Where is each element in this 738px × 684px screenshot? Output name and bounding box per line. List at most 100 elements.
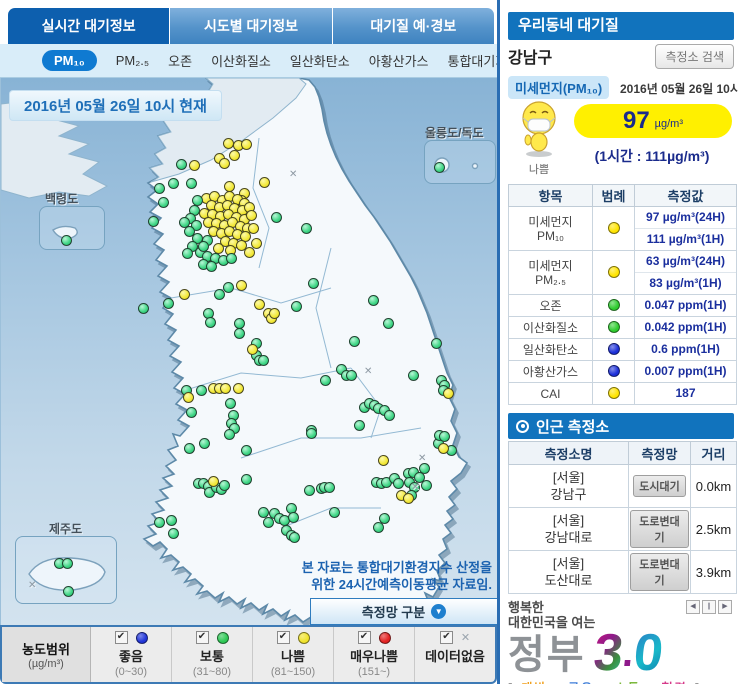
measurement-row[interactable]: 오존 0.047 ppm(1H) [508,294,737,317]
station-dot[interactable] [288,512,299,523]
station-dot[interactable] [225,398,236,409]
banner-pause-button[interactable]: ∥ [702,600,716,614]
station-dot[interactable] [306,428,317,439]
station-dot[interactable] [439,431,450,442]
pollutant-subtab[interactable]: PM₂.₅ [116,53,149,68]
legend-checkbox[interactable]: ✔ [114,631,128,644]
station-dot[interactable] [421,480,432,491]
station-dot[interactable] [443,388,454,399]
station-dot[interactable] [346,370,357,381]
station-dot[interactable] [271,212,282,223]
station-dot[interactable] [289,532,300,543]
banner-prev-button[interactable]: ◀ [686,600,700,614]
station-dot[interactable] [233,383,244,394]
station-dot[interactable] [438,443,449,454]
pollutant-subtab[interactable]: 일산화탄소 [290,51,350,70]
station-dot[interactable] [241,139,252,150]
station-dot[interactable] [291,301,302,312]
station-dot[interactable] [226,253,237,264]
measurement-row[interactable]: 미세먼지 PM₁₀ 97 µg/m³(24H) 111 µg/m³(1H) [508,206,737,251]
station-dot[interactable] [434,162,445,173]
station-dot[interactable] [183,392,194,403]
nearby-station-row[interactable]: [서울] 강남대로 도로변대기 2.5km [508,507,737,551]
station-dot[interactable] [246,210,257,221]
station-dot[interactable] [219,480,230,491]
main-tab[interactable]: 시도별 대기정보 [170,8,333,44]
station-dot[interactable] [244,247,255,258]
measurement-row[interactable]: 이산화질소 0.042 ppm(1H) [508,316,737,339]
station-dot[interactable] [219,158,230,169]
pollutant-subtab[interactable]: 이산화질소 [211,51,271,70]
station-dot[interactable] [254,299,265,310]
station-dot[interactable] [431,338,442,349]
measurement-row[interactable]: 미세먼지 PM₂.₅ 63 µg/m³(24H) 83 µg/m³(1H) [508,250,737,295]
station-dot[interactable] [241,474,252,485]
station-dot[interactable] [220,383,231,394]
station-dot[interactable] [378,455,389,466]
station-dot[interactable] [308,278,319,289]
station-dot[interactable] [329,507,340,518]
pollutant-subtab[interactable]: PM₁₀ [42,50,97,71]
station-dot[interactable] [166,515,177,526]
station-dot[interactable] [354,420,365,431]
nearby-station-row[interactable]: [서울] 강남구 도시대기 0.0km [508,464,737,508]
measurement-row[interactable]: 아황산가스 0.007 ppm(1H) [508,360,737,383]
no-data-marker[interactable]: ✕ [411,482,419,493]
station-dot[interactable] [138,303,149,314]
main-tab[interactable]: 대기질 예·경보 [332,8,494,44]
station-dot[interactable] [176,159,187,170]
station-dot[interactable] [229,150,240,161]
station-dot[interactable] [236,280,247,291]
measurement-row[interactable]: CAI 187 [508,382,737,405]
no-data-marker[interactable]: ✕ [418,453,426,464]
station-dot[interactable] [179,217,190,228]
station-dot[interactable] [62,558,73,569]
station-dot[interactable] [320,375,331,386]
station-dot[interactable] [163,298,174,309]
station-dot[interactable] [248,223,259,234]
station-dot[interactable] [154,517,165,528]
station-dot[interactable] [234,328,245,339]
no-data-marker[interactable]: ✕ [28,580,36,591]
station-dot[interactable] [63,586,74,597]
station-search-button[interactable]: 측정소 검색 [655,43,734,69]
station-dot[interactable] [186,407,197,418]
network-type-button[interactable]: 측정망 구분 ▼ [310,598,497,625]
main-tab[interactable]: 실시간 대기정보 [8,8,171,44]
station-dot[interactable] [154,183,165,194]
station-dot[interactable] [349,336,360,347]
legend-checkbox[interactable]: ✔ [276,631,290,644]
station-dot[interactable] [373,522,384,533]
station-dot[interactable] [224,429,235,440]
station-dot[interactable] [408,370,419,381]
pollutant-subtab[interactable]: 오존 [168,51,192,70]
station-dot[interactable] [393,478,404,489]
legend-checkbox[interactable]: ✔ [439,631,453,644]
station-dot[interactable] [168,178,179,189]
station-dot[interactable] [269,308,280,319]
station-dot[interactable] [61,235,72,246]
no-data-marker[interactable]: ✕ [289,169,297,180]
station-dot[interactable] [383,318,394,329]
legend-checkbox[interactable]: ✔ [195,631,209,644]
station-dot[interactable] [179,289,190,300]
station-dot[interactable] [247,344,258,355]
station-dot[interactable] [158,197,169,208]
station-dot[interactable] [206,261,217,272]
station-dot[interactable] [198,241,209,252]
station-dot[interactable] [324,482,335,493]
station-dot[interactable] [189,160,200,171]
station-dot[interactable] [259,177,270,188]
nearby-station-row[interactable]: [서울] 도산대로 도로변대기 3.9km [508,550,737,594]
station-dot[interactable] [182,248,193,259]
measurement-row[interactable]: 일산화탄소 0.6 ppm(1H) [508,338,737,361]
pollutant-subtab[interactable]: 아황산가스 [369,51,429,70]
station-dot[interactable] [403,493,414,504]
station-dot[interactable] [208,476,219,487]
station-dot[interactable] [258,355,269,366]
station-dot[interactable] [186,178,197,189]
station-dot[interactable] [368,295,379,306]
station-dot[interactable] [184,443,195,454]
station-dot[interactable] [301,223,312,234]
legend-checkbox[interactable]: ✔ [357,631,371,644]
